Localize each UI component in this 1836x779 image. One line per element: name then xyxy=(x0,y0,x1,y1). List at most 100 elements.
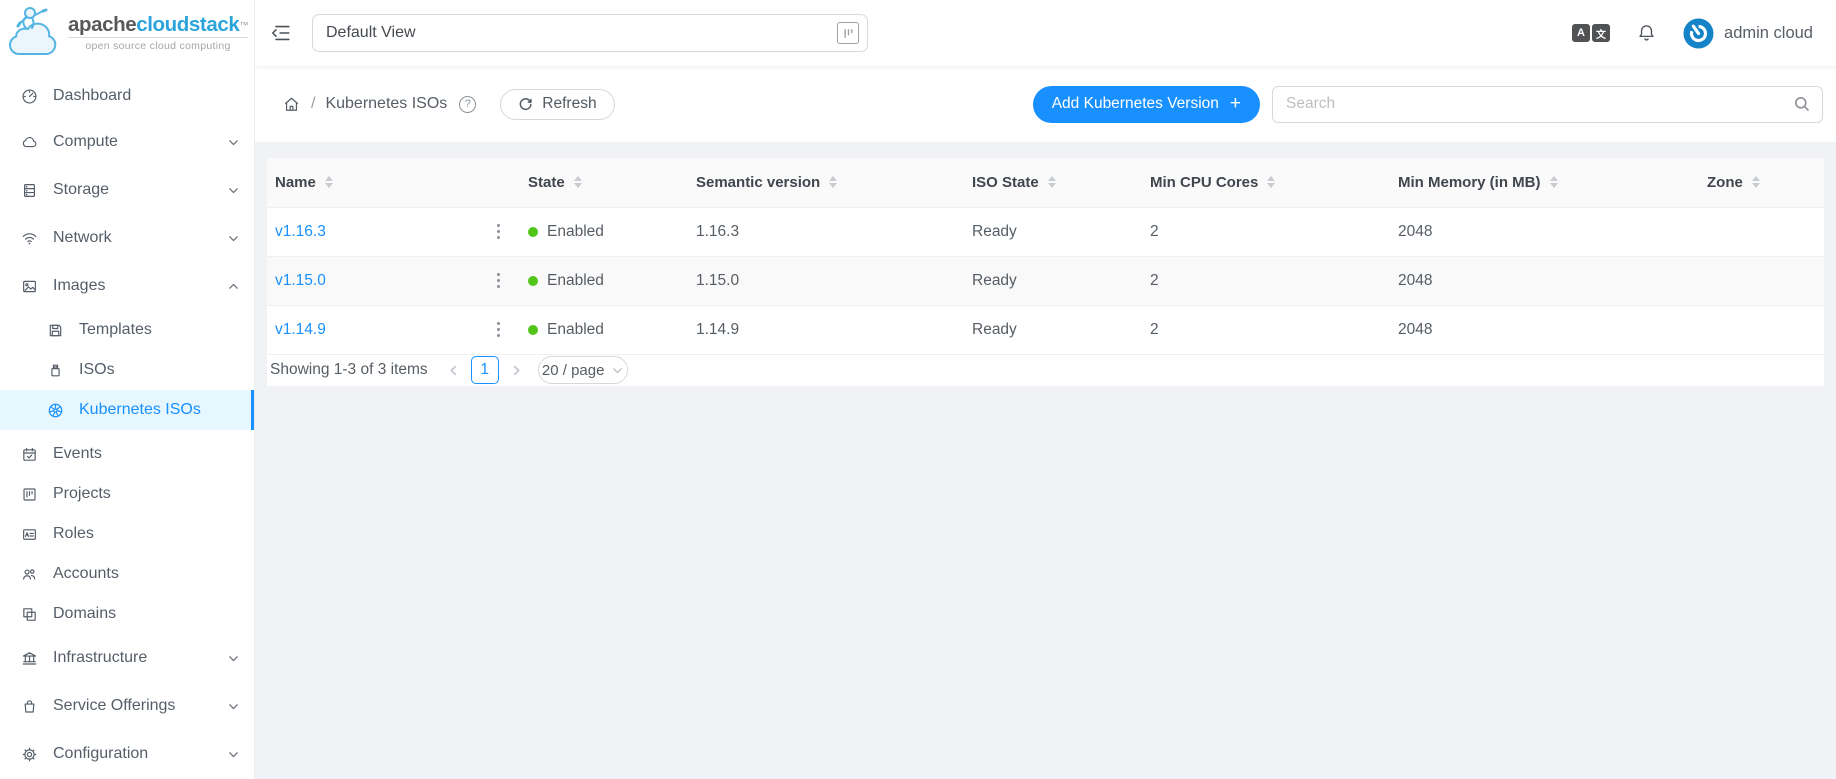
row-actions-button[interactable] xyxy=(491,318,506,341)
sidebar-item-images[interactable]: Images xyxy=(0,262,254,310)
min-cpu-value: 2 xyxy=(1142,256,1390,305)
team-icon xyxy=(21,566,38,583)
iso-state-value: Ready xyxy=(964,207,1142,256)
home-icon[interactable] xyxy=(282,95,301,114)
sort-icon xyxy=(574,176,582,188)
column-header-semantic-version[interactable]: Semantic version xyxy=(688,158,964,207)
table-header-row: Name State Semantic version ISO State Mi… xyxy=(267,158,1824,207)
page-title: Kubernetes ISOs xyxy=(325,95,447,113)
page-size-select[interactable]: 20 / page xyxy=(538,356,628,384)
zone-value xyxy=(1699,207,1824,256)
bell-icon[interactable] xyxy=(1636,23,1657,44)
chevron-down-icon xyxy=(612,365,623,376)
page-header: / Kubernetes ISOs ? Refresh Add Kubernet… xyxy=(255,66,1836,142)
kubernetes-isos-table-card: Name State Semantic version ISO State Mi… xyxy=(267,158,1824,386)
sidebar-item-storage[interactable]: Storage xyxy=(0,166,254,214)
breadcrumb: / Kubernetes ISOs ? Refresh xyxy=(282,89,615,120)
sort-icon xyxy=(829,176,837,188)
row-actions-button[interactable] xyxy=(491,220,506,243)
sidebar-item-label: Templates xyxy=(79,321,152,339)
menu-fold-icon[interactable] xyxy=(268,20,294,46)
sidebar-item-events[interactable]: Events xyxy=(0,434,254,474)
sidebar-item-label: ISOs xyxy=(79,361,115,379)
picture-icon xyxy=(21,278,38,295)
add-kubernetes-version-button[interactable]: Add Kubernetes Version + xyxy=(1033,86,1260,123)
chevron-down-icon xyxy=(228,749,239,760)
sidebar-item-label: Events xyxy=(53,445,102,463)
sidebar-item-kubernetes-isos[interactable]: Kubernetes ISOs xyxy=(0,390,254,430)
sidebar-item-domains[interactable]: Domains xyxy=(0,594,254,634)
semantic-version-value: 1.15.0 xyxy=(688,256,964,305)
kubernetes-icon xyxy=(47,402,64,419)
row-actions-button[interactable] xyxy=(491,269,506,292)
column-header-state[interactable]: State xyxy=(520,158,688,207)
chevron-down-icon xyxy=(228,701,239,712)
chevron-down-icon xyxy=(228,185,239,196)
sidebar-item-roles[interactable]: Roles xyxy=(0,514,254,554)
sidebar-item-dashboard[interactable]: Dashboard xyxy=(0,74,254,118)
column-header-min-cpu-cores[interactable]: Min CPU Cores xyxy=(1142,158,1390,207)
state-value: Enabled xyxy=(547,272,604,290)
sidebar-item-label: Storage xyxy=(53,181,109,199)
sidebar-item-label: Configuration xyxy=(53,745,148,763)
plus-icon: + xyxy=(1230,94,1241,113)
sidebar-item-label: Accounts xyxy=(53,565,119,583)
status-dot-enabled xyxy=(528,227,538,237)
help-icon[interactable]: ? xyxy=(459,96,476,113)
sort-icon xyxy=(1048,176,1056,188)
user-name[interactable]: admin cloud xyxy=(1724,24,1813,43)
column-header-iso-state[interactable]: ISO State xyxy=(964,158,1142,207)
brand-tagline: open source cloud computing xyxy=(68,37,248,52)
sidebar: apachecloudstack™ open source cloud comp… xyxy=(0,0,255,779)
cloudstack-logo[interactable]: apachecloudstack™ open source cloud comp… xyxy=(0,0,254,66)
sidebar-item-label: Kubernetes ISOs xyxy=(79,401,201,419)
project-icon[interactable] xyxy=(837,22,859,44)
column-header-zone[interactable]: Zone xyxy=(1699,158,1824,207)
sidebar-item-label: Network xyxy=(53,229,112,247)
chevron-left-icon[interactable] xyxy=(448,365,459,376)
wifi-icon xyxy=(21,230,38,247)
sidebar-item-accounts[interactable]: Accounts xyxy=(0,554,254,594)
state-value: Enabled xyxy=(547,223,604,241)
status-dot-enabled xyxy=(528,325,538,335)
sidebar-item-label: Roles xyxy=(53,525,94,543)
sidebar-item-configuration[interactable]: Configuration xyxy=(0,730,254,778)
sidebar-item-service-offerings[interactable]: Service Offerings xyxy=(0,682,254,730)
shopping-icon xyxy=(21,698,38,715)
column-header-name[interactable]: Name xyxy=(267,158,520,207)
breadcrumb-separator: / xyxy=(311,95,315,113)
refresh-button[interactable]: Refresh xyxy=(500,89,614,120)
search-box xyxy=(1272,86,1823,123)
version-link[interactable]: v1.15.0 xyxy=(275,272,326,290)
sidebar-item-label: Service Offerings xyxy=(53,697,175,715)
sidebar-item-network[interactable]: Network xyxy=(0,214,254,262)
user-menu[interactable]: admin cloud xyxy=(1683,18,1813,49)
version-link[interactable]: v1.14.9 xyxy=(275,321,326,339)
search-input[interactable] xyxy=(1272,86,1823,123)
chevron-right-icon[interactable] xyxy=(511,365,522,376)
search-icon[interactable] xyxy=(1793,95,1811,113)
sidebar-item-isos[interactable]: ISOs xyxy=(0,350,254,390)
translate-icon[interactable]: A 文 xyxy=(1572,24,1610,42)
semantic-version-value: 1.16.3 xyxy=(688,207,964,256)
column-header-min-memory[interactable]: Min Memory (in MB) xyxy=(1390,158,1699,207)
view-selector-input[interactable] xyxy=(312,14,868,52)
min-cpu-value: 2 xyxy=(1142,207,1390,256)
sidebar-item-templates[interactable]: Templates xyxy=(0,310,254,350)
version-link[interactable]: v1.16.3 xyxy=(275,223,326,241)
pagination-page-1[interactable]: 1 xyxy=(471,356,499,384)
sidebar-item-compute[interactable]: Compute xyxy=(0,118,254,166)
usb-icon xyxy=(47,362,64,379)
min-memory-value: 2048 xyxy=(1390,256,1699,305)
sidebar-item-infrastructure[interactable]: Infrastructure xyxy=(0,634,254,682)
iso-state-value: Ready xyxy=(964,305,1142,354)
idcard-icon xyxy=(21,526,38,543)
save-icon xyxy=(47,322,64,339)
zone-value xyxy=(1699,256,1824,305)
sidebar-item-label: Domains xyxy=(53,605,116,623)
project-icon xyxy=(21,486,38,503)
calendar-check-icon xyxy=(21,446,38,463)
sidebar-item-label: Projects xyxy=(53,485,111,503)
sidebar-item-projects[interactable]: Projects xyxy=(0,474,254,514)
power-avatar-icon xyxy=(1683,18,1714,49)
